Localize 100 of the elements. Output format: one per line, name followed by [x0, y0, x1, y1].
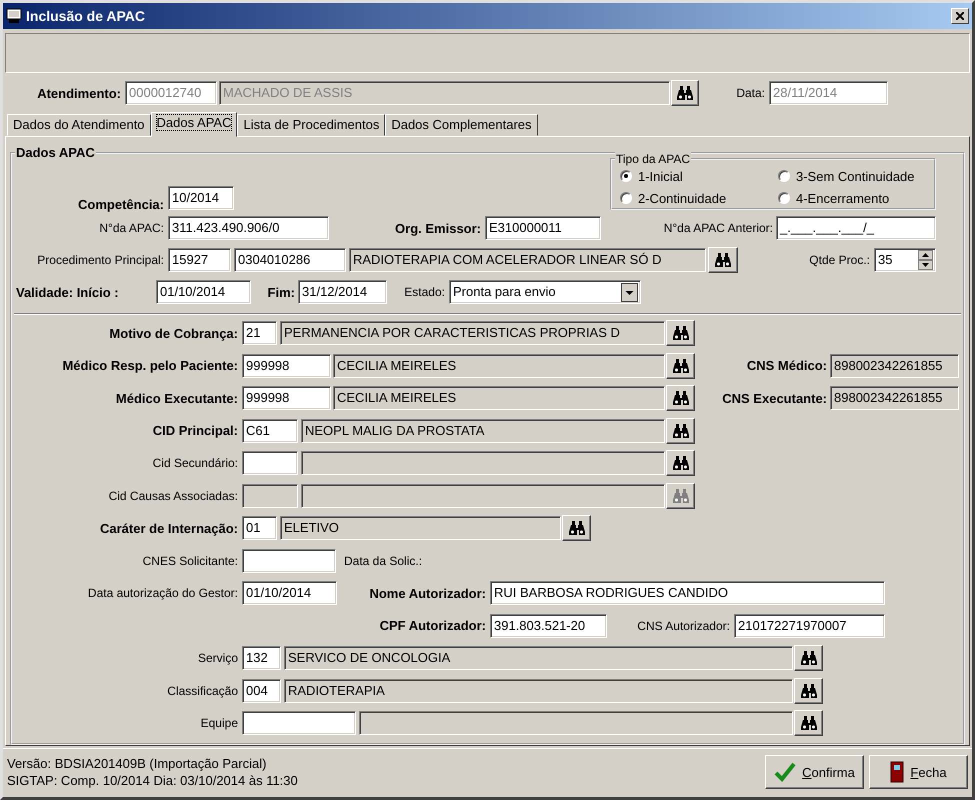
search-button[interactable]: [794, 678, 823, 704]
field-label: Caráter de Internação:: [99, 520, 238, 536]
status-text: SIGTAP: Comp. 10/2014 Dia: 03/10/2014 às 11:30: [7, 772, 299, 789]
door-icon: [890, 761, 904, 783]
text-field[interactable]: 391.803.521-20: [490, 614, 607, 638]
app-icon: [6, 8, 22, 24]
radio-button[interactable]: [620, 170, 632, 182]
readonly-field[interactable]: 898002342261855: [830, 386, 959, 410]
text-field[interactable]: 999998: [242, 386, 331, 410]
search-button[interactable]: [666, 320, 695, 346]
readonly-field[interactable]: CECILIA MEIRELES: [333, 354, 665, 378]
readonly-field[interactable]: [301, 451, 665, 476]
readonly-field[interactable]: NEOPL MALIG DA PROSTATA: [301, 418, 665, 443]
search-button[interactable]: [666, 450, 695, 476]
readonly-field[interactable]: [301, 484, 665, 508]
field-label: Procedimento Principal:: [36, 253, 164, 267]
caret-icon[interactable]: [621, 282, 638, 302]
field-label: Data autorização do Gestor:: [86, 586, 238, 600]
readonly-field[interactable]: RADIOTERAPIA COM ACELERADOR LINEAR SÓ D: [349, 248, 706, 272]
radio-option[interactable]: 1-Inicial: [620, 166, 778, 186]
radio-option[interactable]: 2-Continuidade: [620, 188, 778, 208]
close-button[interactable]: Fecha: [869, 755, 968, 789]
field-label: CID Principal:: [152, 423, 238, 438]
radio-button[interactable]: [620, 192, 632, 204]
checkmark-icon: [774, 762, 796, 782]
text-field[interactable]: 21: [242, 321, 277, 346]
text-field[interactable]: 132: [242, 646, 281, 670]
field-label: Qtde Proc.:: [808, 253, 870, 267]
readonly-field[interactable]: CECILIA MEIRELES: [333, 386, 665, 410]
binoculars-icon: [672, 391, 688, 406]
search-button[interactable]: [794, 645, 823, 672]
text-field[interactable]: 01: [242, 516, 277, 540]
field-label: Org. Emissor:: [394, 220, 481, 236]
text-field[interactable]: 004: [242, 678, 281, 703]
field-value: 35: [878, 251, 892, 269]
binoculars-icon: [715, 253, 731, 267]
field-label: CNS Executante:: [721, 390, 827, 406]
radio-button[interactable]: [778, 192, 790, 204]
search-button[interactable]: [666, 352, 695, 379]
readonly-field[interactable]: PERMANENCIA POR CARACTERISTICAS PROPRIAS D: [280, 321, 665, 346]
text-field[interactable]: E310000011: [485, 216, 601, 240]
dropdown[interactable]: Pronta para envio: [449, 280, 641, 304]
field-label: Data da Solic.:: [344, 554, 424, 568]
text-field[interactable]: 01/10/2014: [242, 581, 337, 606]
binoculars-icon: [672, 424, 688, 438]
text-field[interactable]: 01/10/2014: [156, 280, 251, 304]
binoculars-icon: [672, 358, 688, 373]
group-title: Dados APAC: [15, 145, 96, 160]
close-button[interactable]: [951, 8, 969, 24]
text-field[interactable]: 311.423.490.906/0: [168, 216, 329, 240]
field-label: Cid Causas Associadas:: [108, 488, 238, 503]
text-field[interactable]: [242, 711, 356, 736]
confirm-button[interactable]: Confirma: [765, 755, 864, 789]
field-label: Nome Autorizador:: [368, 586, 486, 601]
readonly-field[interactable]: [359, 711, 793, 736]
field-label: Motivo de Cobrança:: [108, 326, 238, 341]
field-label: Cid Secundário:: [152, 456, 238, 470]
field-label: N°da APAC Anterior:: [662, 221, 773, 235]
field-label: CPF Autorizador:: [378, 618, 486, 634]
text-field[interactable]: [242, 451, 298, 476]
search-button[interactable]: [666, 418, 695, 444]
text-field[interactable]: _.___.___.___/_: [776, 216, 936, 240]
field-label: Estado:: [403, 285, 445, 299]
text-field[interactable]: C61: [242, 418, 298, 443]
readonly-field[interactable]: [242, 484, 298, 508]
field-label: Médico Executante:: [114, 390, 238, 406]
text-field[interactable]: RUI BARBOSA RODRIGUES CANDIDO: [490, 581, 885, 606]
text-field[interactable]: 210172271970007: [734, 614, 885, 638]
readonly-field[interactable]: ELETIVO: [280, 516, 561, 540]
radio-option[interactable]: 3-Sem Continuidade: [778, 166, 934, 186]
binoculars-icon: [672, 456, 688, 470]
tab[interactable]: Lista de Procedimentos: [237, 114, 386, 136]
search-button[interactable]: [562, 515, 591, 542]
field-label: Validade: Início :: [16, 284, 120, 300]
binoculars-icon: [672, 488, 688, 503]
radio-option[interactable]: 4-Encerramento: [778, 188, 934, 208]
tab[interactable]: Dados Complementares: [385, 114, 538, 136]
spin-arrows-icon[interactable]: [918, 250, 933, 270]
field-label: CNS Médico:: [746, 358, 827, 374]
tab[interactable]: Dados do Atendimento: [7, 114, 151, 136]
window-title: Inclusão de APAC: [26, 8, 146, 24]
field-label: Atendimento:: [36, 86, 121, 100]
search-button[interactable]: [708, 247, 738, 273]
text-field[interactable]: 10/2014: [168, 186, 234, 210]
binoculars-icon: [677, 86, 693, 100]
text-field[interactable]: 0304010286: [234, 248, 346, 272]
search-button[interactable]: [671, 80, 699, 106]
readonly-field[interactable]: 898002342261855: [830, 354, 959, 378]
field-label: Médico Resp. pelo Paciente:: [61, 358, 238, 374]
text-field[interactable]: 31/12/2014: [298, 280, 387, 304]
text-field[interactable]: 999998: [242, 354, 331, 378]
spin-field[interactable]: 35: [874, 248, 936, 272]
search-button[interactable]: [666, 385, 695, 412]
readonly-field[interactable]: RADIOTERAPIA: [284, 678, 793, 703]
text-field[interactable]: [242, 548, 336, 573]
readonly-field[interactable]: SERVICO DE ONCOLOGIA: [284, 646, 793, 670]
tab[interactable]: Dados APAC: [150, 112, 238, 137]
text-field[interactable]: 15927: [168, 248, 231, 272]
search-button[interactable]: [794, 710, 823, 736]
radio-button[interactable]: [778, 170, 790, 182]
